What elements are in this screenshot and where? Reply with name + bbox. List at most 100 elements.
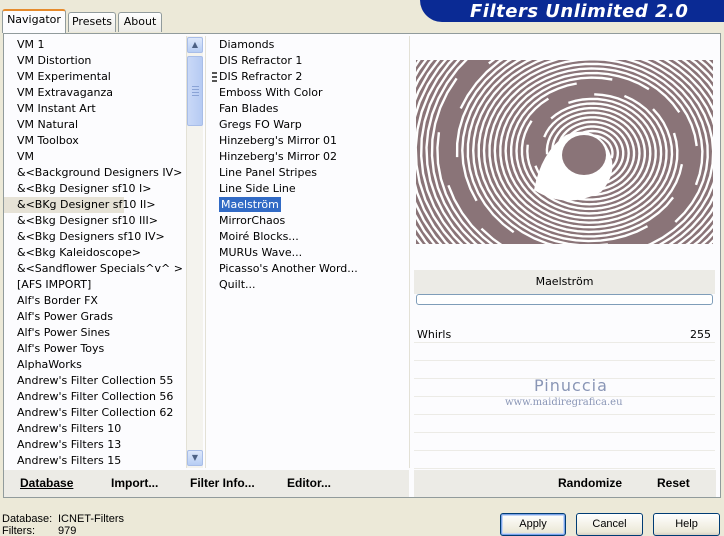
filter-item-label: DIS Refractor 2 — [219, 70, 303, 83]
category-item[interactable]: &<Sandflower Specials^v^ > — [4, 261, 186, 277]
list-divider — [205, 36, 206, 468]
preview-divider — [409, 36, 410, 468]
filter-item-label: Moiré Blocks... — [219, 230, 299, 243]
filter-item[interactable]: Moiré Blocks... — [216, 229, 406, 245]
scroll-thumb[interactable] — [187, 56, 203, 126]
reset-button[interactable]: Reset — [657, 476, 690, 490]
filter-item-label: Maelström — [219, 197, 281, 212]
category-item[interactable]: &<BKg Designer sf10 II> — [4, 197, 156, 213]
filter-item[interactable]: Maelström — [216, 197, 406, 213]
filter-item[interactable]: Line Side Line — [216, 181, 406, 197]
category-item[interactable]: &<Background Designers IV> — [4, 165, 186, 181]
category-item[interactable]: Andrew's Filters 13 — [4, 437, 186, 453]
watermark-url: www.maidiregrafica.eu — [505, 397, 623, 408]
category-item[interactable]: VM Instant Art — [4, 101, 186, 117]
category-item[interactable]: Alf's Power Toys — [4, 341, 186, 357]
category-item[interactable]: VM Natural — [4, 117, 186, 133]
category-item[interactable]: &<Bkg Kaleidoscope> — [4, 245, 186, 261]
filter-item[interactable]: MirrorChaos — [216, 213, 406, 229]
tab-navigator[interactable]: Navigator — [2, 9, 66, 33]
param-row-empty — [414, 452, 715, 469]
category-item[interactable]: Alf's Border FX — [4, 293, 186, 309]
grip-line — [192, 86, 199, 87]
category-scrollbar[interactable]: ▲ ▼ — [186, 36, 203, 468]
filter-item[interactable]: Fan Blades — [216, 101, 406, 117]
filter-item[interactable]: Line Panel Stripes — [216, 165, 406, 181]
editor-label: Editor... — [287, 476, 332, 490]
tab-about[interactable]: About — [118, 12, 162, 32]
category-item[interactable]: Andrew's Filters 10 — [4, 421, 186, 437]
filter-name-label: Maelström — [414, 270, 715, 294]
category-item[interactable]: Andrew's Filter Collection 62 — [4, 405, 186, 421]
filter-list[interactable]: Diamonds DIS Refractor 1 DIS Refractor 2 Em… — [216, 37, 406, 469]
category-item[interactable]: Andrew's Filter Collection 56 — [4, 389, 186, 405]
import-button[interactable]: Import... — [111, 476, 158, 490]
category-item[interactable]: VM Distortion — [4, 53, 186, 69]
scroll-up-button[interactable]: ▲ — [187, 37, 203, 53]
scroll-down-button[interactable]: ▼ — [187, 450, 203, 466]
filter-item[interactable]: DIS Refractor 2 — [216, 69, 406, 85]
filter-info-label: Filter Info... — [190, 476, 255, 490]
filter-item-label: DIS Refractor 1 — [219, 54, 303, 67]
param-row-empty — [414, 344, 715, 361]
cancel-button[interactable]: Cancel — [576, 513, 643, 536]
editor-button[interactable]: Editor... — [287, 476, 331, 490]
filter-item-label: Diamonds — [219, 38, 275, 51]
chevron-up-icon: ▲ — [191, 40, 199, 49]
category-item[interactable]: AlphaWorks — [4, 357, 186, 373]
category-list[interactable]: VM 1 VM Distortion VM Experimental VM Extra… — [4, 37, 186, 469]
filter-preview — [416, 60, 713, 244]
apply-button[interactable]: Apply — [500, 513, 566, 536]
progress-bar — [416, 294, 713, 305]
maelstrom-preview-image — [416, 60, 713, 244]
filter-item-label: Quilt... — [219, 278, 256, 291]
database-button[interactable]: Database — [20, 476, 73, 490]
param-row-empty — [414, 434, 715, 451]
category-item[interactable]: &<Bkg Designer sf10 III> — [4, 213, 186, 229]
database-label: Database — [20, 476, 74, 490]
category-item[interactable]: [AFS IMPORT] — [4, 277, 186, 293]
filter-item[interactable]: Hinzeberg's Mirror 02 — [216, 149, 406, 165]
category-item[interactable]: &<Bkg Designers sf10 IV> — [4, 229, 186, 245]
database-footer-label: Database: — [2, 513, 53, 525]
param-label: Whirls — [417, 328, 452, 341]
param-row-whirls[interactable]: Whirls 255 — [414, 326, 715, 343]
filter-item[interactable]: Picasso's Another Word... — [216, 261, 406, 277]
filter-item-label: Line Side Line — [219, 182, 296, 195]
category-item[interactable]: &<Bkg Designer sf10 I> — [4, 181, 186, 197]
grip-line — [192, 89, 199, 90]
category-item[interactable]: VM Extravaganza — [4, 85, 186, 101]
category-item[interactable]: Andrew's Filter Collection 55 — [4, 373, 186, 389]
category-item[interactable]: Alf's Power Grads — [4, 309, 186, 325]
grip-line — [192, 95, 199, 96]
filter-item[interactable]: DIS Refractor 1 — [216, 53, 406, 69]
filter-item[interactable]: Hinzeberg's Mirror 01 — [216, 133, 406, 149]
filter-item-label: Fan Blades — [219, 102, 279, 115]
filter-item-label: Emboss With Color — [219, 86, 323, 99]
category-item[interactable]: Alf's Power Sines — [4, 325, 186, 341]
filter-item-label: Gregs FO Warp — [219, 118, 302, 131]
swirl-core — [562, 135, 606, 175]
reset-label: Reset — [657, 476, 690, 490]
filter-item[interactable]: Diamonds — [216, 37, 406, 53]
category-item[interactable]: VM Experimental — [4, 69, 186, 85]
filters-footer-label: Filters: — [2, 525, 35, 536]
filter-item[interactable]: Quilt... — [216, 277, 406, 293]
filter-item-label: Hinzeberg's Mirror 02 — [219, 150, 338, 163]
randomize-button[interactable]: Randomize — [558, 476, 622, 490]
filter-item[interactable]: Emboss With Color — [216, 85, 406, 101]
category-item[interactable]: VM 1 — [4, 37, 186, 53]
filter-info-button[interactable]: Filter Info... — [190, 476, 255, 490]
filters-footer-value: 979 — [58, 525, 77, 536]
category-item[interactable]: Andrew's Filters 15 — [4, 453, 186, 469]
import-label: Import... — [111, 476, 159, 490]
grip-line — [192, 92, 199, 93]
param-value[interactable]: 255 — [690, 326, 711, 343]
filter-item-label: MURUs Wave... — [219, 246, 303, 259]
category-item[interactable]: VM Toolbox — [4, 133, 186, 149]
filter-item[interactable]: Gregs FO Warp — [216, 117, 406, 133]
help-button[interactable]: Help — [653, 513, 720, 536]
filter-item[interactable]: MURUs Wave... — [216, 245, 406, 261]
category-item[interactable]: VM — [4, 149, 186, 165]
tab-presets[interactable]: Presets — [68, 12, 116, 32]
